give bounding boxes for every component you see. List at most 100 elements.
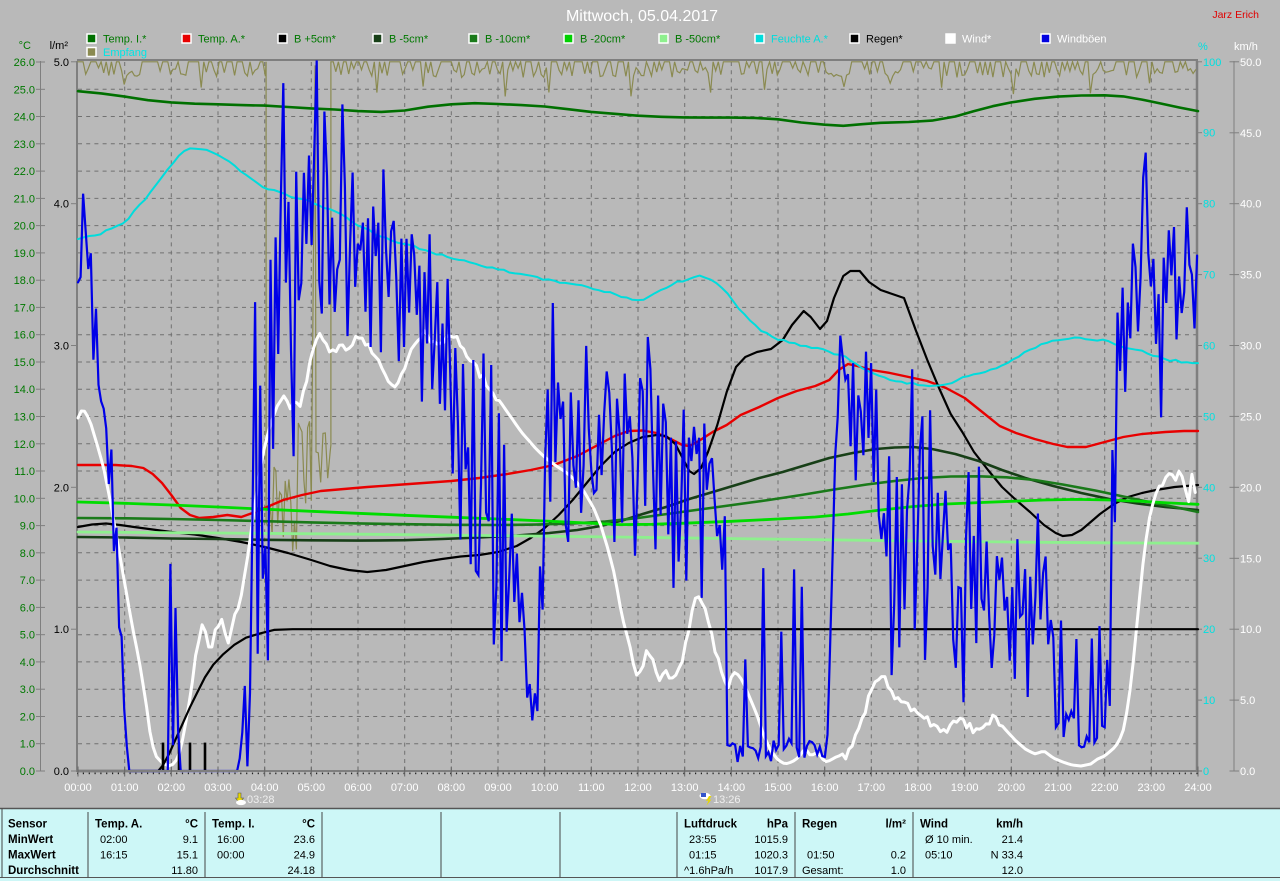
svg-text:0.0: 0.0 — [54, 766, 69, 778]
svg-text:km/h: km/h — [996, 819, 1023, 831]
svg-text:35.0: 35.0 — [1240, 270, 1261, 282]
svg-text:60: 60 — [1203, 341, 1215, 353]
svg-text:hPa: hPa — [767, 819, 789, 831]
svg-text:05:10: 05:10 — [925, 850, 953, 862]
svg-text:15.0: 15.0 — [14, 357, 35, 369]
svg-text:2.0: 2.0 — [54, 482, 69, 494]
svg-text:12.0: 12.0 — [14, 439, 35, 451]
svg-text:40.0: 40.0 — [1240, 199, 1261, 211]
svg-text:0: 0 — [1203, 766, 1209, 778]
svg-text:8.0: 8.0 — [20, 548, 35, 560]
svg-text:18.0: 18.0 — [14, 275, 35, 287]
svg-text:24:00: 24:00 — [1184, 782, 1212, 794]
svg-text:45.0: 45.0 — [1240, 128, 1261, 140]
svg-text:Temp. I.: Temp. I. — [212, 819, 255, 831]
svg-text:20: 20 — [1203, 624, 1215, 636]
svg-text:%: % — [1198, 41, 1208, 53]
svg-text:26.0: 26.0 — [14, 57, 35, 69]
svg-text:20.0: 20.0 — [1240, 482, 1261, 494]
svg-text:16:15: 16:15 — [100, 850, 128, 862]
svg-text:7.0: 7.0 — [20, 575, 35, 587]
svg-text:9.0: 9.0 — [20, 521, 35, 533]
svg-text:16:00: 16:00 — [217, 834, 245, 846]
svg-text:21.0: 21.0 — [14, 193, 35, 205]
svg-text:5.0: 5.0 — [20, 630, 35, 642]
svg-text:16.0: 16.0 — [14, 330, 35, 342]
svg-text:19.0: 19.0 — [14, 248, 35, 260]
svg-text:4.0: 4.0 — [20, 657, 35, 669]
svg-text:12.0: 12.0 — [1002, 865, 1023, 877]
svg-text:B -20cm*: B -20cm* — [580, 34, 626, 46]
svg-text:°C: °C — [185, 819, 198, 831]
svg-text:03:00: 03:00 — [204, 782, 232, 794]
svg-text:19:00: 19:00 — [951, 782, 979, 794]
svg-text:21:00: 21:00 — [1044, 782, 1072, 794]
svg-text:01:50: 01:50 — [807, 850, 835, 862]
svg-text:0.2: 0.2 — [891, 850, 906, 862]
svg-text:80: 80 — [1203, 199, 1215, 211]
svg-text:Temp. A.*: Temp. A.* — [198, 34, 246, 46]
svg-text:1.0: 1.0 — [20, 739, 35, 751]
svg-text:02:00: 02:00 — [100, 834, 128, 846]
svg-text:16:00: 16:00 — [811, 782, 839, 794]
svg-text:70: 70 — [1203, 270, 1215, 282]
svg-text:3.0: 3.0 — [54, 341, 69, 353]
svg-text:25.0: 25.0 — [1240, 411, 1261, 423]
svg-text:Luftdruck: Luftdruck — [684, 819, 738, 831]
svg-text:l/m²: l/m² — [886, 819, 907, 831]
svg-text:05:00: 05:00 — [298, 782, 326, 794]
svg-text:02:00: 02:00 — [158, 782, 186, 794]
svg-text:13.0: 13.0 — [14, 412, 35, 424]
svg-text:24.18: 24.18 — [287, 865, 315, 877]
svg-text:Sensor: Sensor — [8, 819, 48, 831]
svg-text:13:26: 13:26 — [713, 794, 741, 806]
svg-text:03:28: 03:28 — [247, 794, 275, 806]
svg-text:^1.6hPa/h: ^1.6hPa/h — [684, 865, 733, 877]
svg-text:14:00: 14:00 — [718, 782, 746, 794]
svg-text:Wind: Wind — [920, 819, 948, 831]
svg-text:20:00: 20:00 — [998, 782, 1026, 794]
svg-text:Windböen: Windböen — [1057, 34, 1107, 46]
svg-text:01:00: 01:00 — [111, 782, 139, 794]
svg-text:15.1: 15.1 — [177, 850, 198, 862]
svg-text:1.0: 1.0 — [54, 624, 69, 636]
svg-text:08:00: 08:00 — [438, 782, 466, 794]
svg-text:22.0: 22.0 — [14, 166, 35, 178]
svg-text:21.4: 21.4 — [1002, 834, 1023, 846]
svg-text:MinWert: MinWert — [8, 834, 53, 846]
svg-text:24.0: 24.0 — [14, 112, 35, 124]
svg-text:10.0: 10.0 — [14, 493, 35, 505]
svg-text:18:00: 18:00 — [904, 782, 932, 794]
svg-text:Temp. A.: Temp. A. — [95, 819, 142, 831]
svg-text:3.0: 3.0 — [20, 684, 35, 696]
svg-text:13:00: 13:00 — [671, 782, 699, 794]
svg-text:30: 30 — [1203, 553, 1215, 565]
svg-text:23:00: 23:00 — [1138, 782, 1166, 794]
svg-text:0.0: 0.0 — [20, 766, 35, 778]
svg-text:11.80: 11.80 — [171, 865, 198, 877]
svg-text:°C: °C — [19, 40, 31, 52]
svg-text:1.0: 1.0 — [891, 865, 906, 877]
svg-text:07:00: 07:00 — [391, 782, 419, 794]
svg-text:00:00: 00:00 — [217, 850, 245, 862]
svg-text:11.0: 11.0 — [14, 466, 35, 478]
svg-text:Jarz Erich: Jarz Erich — [1212, 9, 1259, 21]
svg-text:Regen: Regen — [802, 819, 837, 831]
svg-text:00:00: 00:00 — [64, 782, 92, 794]
svg-text:40: 40 — [1203, 482, 1215, 494]
svg-text:01:15: 01:15 — [689, 850, 717, 862]
svg-text:B -50cm*: B -50cm* — [675, 34, 721, 46]
svg-text:MaxWert: MaxWert — [8, 850, 56, 862]
svg-text:90: 90 — [1203, 128, 1215, 140]
svg-text:l/m²: l/m² — [50, 40, 69, 52]
svg-text:22:00: 22:00 — [1091, 782, 1119, 794]
svg-text:N 33.4: N 33.4 — [991, 850, 1023, 862]
svg-text:Mittwoch, 05.04.2017: Mittwoch, 05.04.2017 — [566, 8, 718, 25]
svg-text:15:00: 15:00 — [764, 782, 792, 794]
svg-text:B -10cm*: B -10cm* — [485, 34, 531, 46]
svg-text:5.0: 5.0 — [54, 57, 69, 69]
svg-text:1015.9: 1015.9 — [754, 834, 788, 846]
svg-text:30.0: 30.0 — [1240, 341, 1261, 353]
svg-text:17.0: 17.0 — [14, 302, 35, 314]
svg-text:°C: °C — [302, 819, 315, 831]
